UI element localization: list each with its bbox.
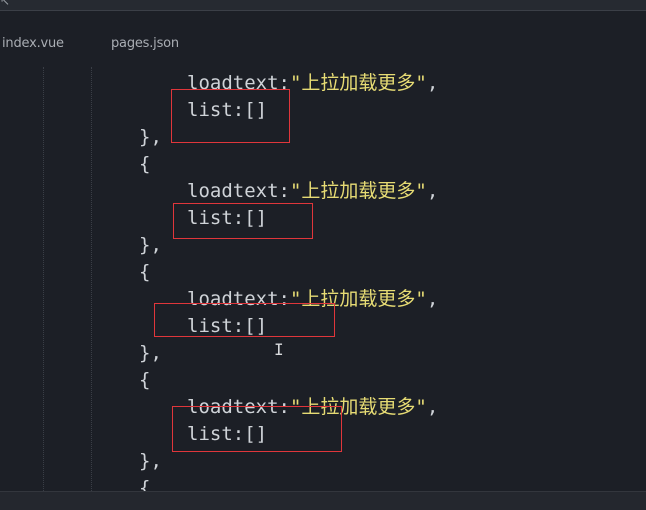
indent-guide	[43, 67, 44, 491]
code-comma: ,	[426, 288, 439, 310]
code-key: loadtext	[187, 180, 279, 202]
status-bar	[0, 491, 646, 510]
text-cursor-icon: I	[274, 340, 284, 359]
code-colon: :	[278, 180, 290, 202]
code-comma: ,	[426, 180, 439, 202]
tab-bar: index.vue pages.json	[0, 11, 646, 67]
tab-pages-json[interactable]: pages.json	[111, 36, 179, 51]
code-line-open-brace: {	[139, 153, 151, 175]
code-string: "上拉加载更多"	[289, 180, 427, 202]
code-line-open-brace: {	[139, 477, 151, 491]
code-comma: ,	[426, 396, 439, 418]
code-line-close-brace: },	[139, 342, 162, 364]
tab-index-vue[interactable]: index.vue	[2, 36, 64, 51]
highlight-box	[171, 89, 290, 143]
code-comma: ,	[426, 72, 439, 94]
code-line-loadtext: loadtext:"上拉加载更多",	[187, 180, 438, 202]
code-line-close-brace: },	[139, 450, 162, 472]
code-line-close-brace: },	[139, 234, 162, 256]
highlight-box	[172, 406, 342, 452]
title-bar: ↖	[0, 0, 646, 11]
indent-guide	[91, 67, 92, 491]
highlight-box	[173, 203, 313, 239]
code-string: "上拉加载更多"	[289, 72, 427, 94]
code-editor[interactable]: loadtext:"上拉加载更多", list:[] }, { loadtext…	[0, 67, 646, 491]
arrow-icon: ↖	[0, 0, 11, 8]
highlight-box	[154, 303, 335, 337]
code-line-open-brace: {	[139, 261, 151, 283]
code-line-open-brace: {	[139, 369, 151, 391]
code-line-close-brace: },	[139, 126, 162, 148]
